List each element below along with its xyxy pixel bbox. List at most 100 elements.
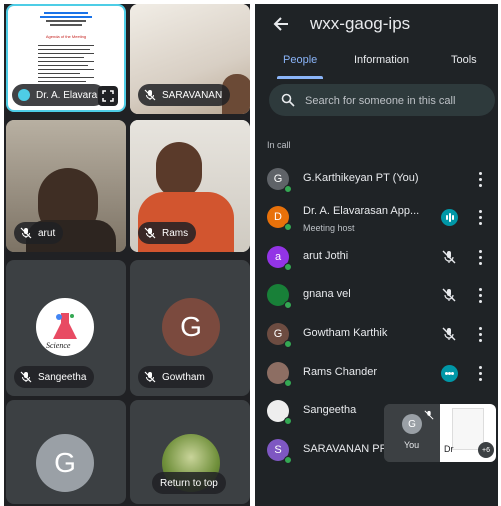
back-arrow-icon[interactable] xyxy=(271,14,291,34)
avatar-initial: S xyxy=(274,444,282,456)
panel-tabs: People Information Tools xyxy=(255,48,498,80)
search-icon xyxy=(281,93,295,107)
mic-off-icon xyxy=(144,89,156,101)
online-dot xyxy=(284,185,292,193)
tile-label: SARAVANAN xyxy=(138,84,231,106)
participant-name: gnana vel xyxy=(303,288,351,300)
avatar-initial: G xyxy=(54,447,76,478)
participant-name: SARAVANAN xyxy=(162,89,223,101)
search-input[interactable] xyxy=(303,84,487,118)
participant-row[interactable]: Rams Chander xyxy=(255,354,498,392)
more-options-icon[interactable] xyxy=(479,171,483,187)
tile-label: Dr. A. Elavara xyxy=(12,84,106,106)
avatar-initial: G xyxy=(273,173,283,185)
mic-off-icon xyxy=(144,227,156,239)
participant-name: arut xyxy=(38,227,56,239)
participant-name: Dr. A. Elavarasan App... xyxy=(303,205,420,217)
tile-saravanan[interactable]: SARAVANAN xyxy=(130,4,250,114)
participant-name: Sangeetha xyxy=(303,404,357,416)
return-to-top-label: Return to top xyxy=(160,477,218,489)
extra-count: +6 xyxy=(482,446,490,454)
mic-off-icon xyxy=(442,250,456,264)
more-participants-badge: +6 xyxy=(478,442,494,458)
tile-presenter[interactable]: Agenda of the Meeting Dr. A. Elavara xyxy=(6,4,126,112)
mic-off-icon xyxy=(20,227,32,239)
tile-label: Sangeetha xyxy=(14,366,95,388)
participant-row[interactable]: G G.Karthikeyan PT (You) xyxy=(255,160,498,198)
self-initial: G xyxy=(408,418,416,430)
participant-name: SARAVANAN PR xyxy=(303,443,388,455)
logo-text: Science xyxy=(46,341,71,350)
floating-self-view[interactable]: G You Dr +6 xyxy=(384,404,496,462)
mic-off-icon xyxy=(442,327,456,341)
slide-header-lines xyxy=(38,10,94,30)
audio-active-icon xyxy=(441,365,458,382)
online-dot xyxy=(284,301,292,309)
online-dot xyxy=(284,417,292,425)
avatar-science-logo: Science xyxy=(36,298,94,356)
avatar-initial: G xyxy=(180,311,202,342)
mic-off-icon xyxy=(424,410,434,420)
other-label: Dr xyxy=(444,444,454,454)
video-grid: Agenda of the Meeting Dr. A. Elavara SAR… xyxy=(4,4,250,506)
participant-name: Rams Chander xyxy=(303,366,377,378)
active-tab-indicator xyxy=(277,76,323,79)
online-dot xyxy=(284,340,292,348)
tile-sangeetha[interactable]: Science Sangeetha xyxy=(6,260,126,396)
participant-row[interactable]: a arut Jothi xyxy=(255,238,498,276)
mic-off-icon xyxy=(20,371,32,383)
participant-name: Dr. A. Elavara xyxy=(36,89,98,101)
more-options-icon[interactable] xyxy=(479,209,483,225)
more-options-icon[interactable] xyxy=(479,249,483,265)
tile-gowtham[interactable]: G Gowtham xyxy=(130,260,250,396)
more-options-icon[interactable] xyxy=(479,326,483,342)
online-dot xyxy=(284,263,292,271)
section-label-in-call: In call xyxy=(267,140,291,150)
participant-name: Gowtham Karthik xyxy=(303,327,388,339)
other-tile: Dr +6 xyxy=(440,404,496,462)
self-tile: G You xyxy=(384,404,440,462)
avatar: G xyxy=(162,298,220,356)
meeting-code-title: wxx-gaog-ips xyxy=(310,14,411,33)
avatar-initial: a xyxy=(274,251,282,263)
participant-role: Meeting host xyxy=(303,223,355,233)
avatar-initial: D xyxy=(274,211,282,223)
tile-participant[interactable]: G xyxy=(6,400,126,504)
tile-participant[interactable]: Return to top xyxy=(130,400,250,504)
tab-information[interactable]: Information xyxy=(354,54,409,66)
tab-people[interactable]: People xyxy=(283,54,317,66)
more-options-icon[interactable] xyxy=(479,365,483,381)
self-label: You xyxy=(404,440,420,450)
return-to-top-button[interactable]: Return to top xyxy=(152,472,226,494)
participant-name: Rams xyxy=(162,227,189,239)
mic-off-icon xyxy=(442,288,456,302)
speaking-icon xyxy=(18,89,30,101)
participant-row[interactable]: G Gowtham Karthik xyxy=(255,315,498,353)
search-box[interactable] xyxy=(269,84,495,118)
avatar: G xyxy=(36,434,94,492)
speaking-indicator-icon xyxy=(441,209,458,226)
participant-name: Gowtham xyxy=(162,371,205,383)
fullscreen-icon[interactable] xyxy=(98,86,118,106)
tab-tools[interactable]: Tools xyxy=(451,54,477,66)
slide-title: Agenda of the Meeting xyxy=(45,34,87,39)
person-head xyxy=(156,142,202,198)
tile-label: arut xyxy=(14,222,64,244)
avatar-initial: G xyxy=(273,328,283,340)
self-avatar: G xyxy=(402,414,422,434)
tile-rams[interactable]: Rams xyxy=(130,120,250,252)
more-options-icon[interactable] xyxy=(479,287,483,303)
online-dot xyxy=(284,223,292,231)
online-dot xyxy=(284,379,292,387)
tile-arut[interactable]: arut xyxy=(6,120,126,252)
participant-name: Sangeetha xyxy=(38,371,87,383)
mic-off-icon xyxy=(144,371,156,383)
slide-body-lines xyxy=(38,42,94,85)
participant-row[interactable]: gnana vel xyxy=(255,276,498,314)
tile-label: Gowtham xyxy=(138,366,213,388)
participant-row[interactable]: D Dr. A. Elavarasan App... Meeting host xyxy=(255,198,498,236)
online-dot xyxy=(284,456,292,464)
participant-name: arut Jothi xyxy=(303,250,349,262)
tile-label: Rams xyxy=(138,222,197,244)
participant-name: G.Karthikeyan PT (You) xyxy=(303,172,419,184)
